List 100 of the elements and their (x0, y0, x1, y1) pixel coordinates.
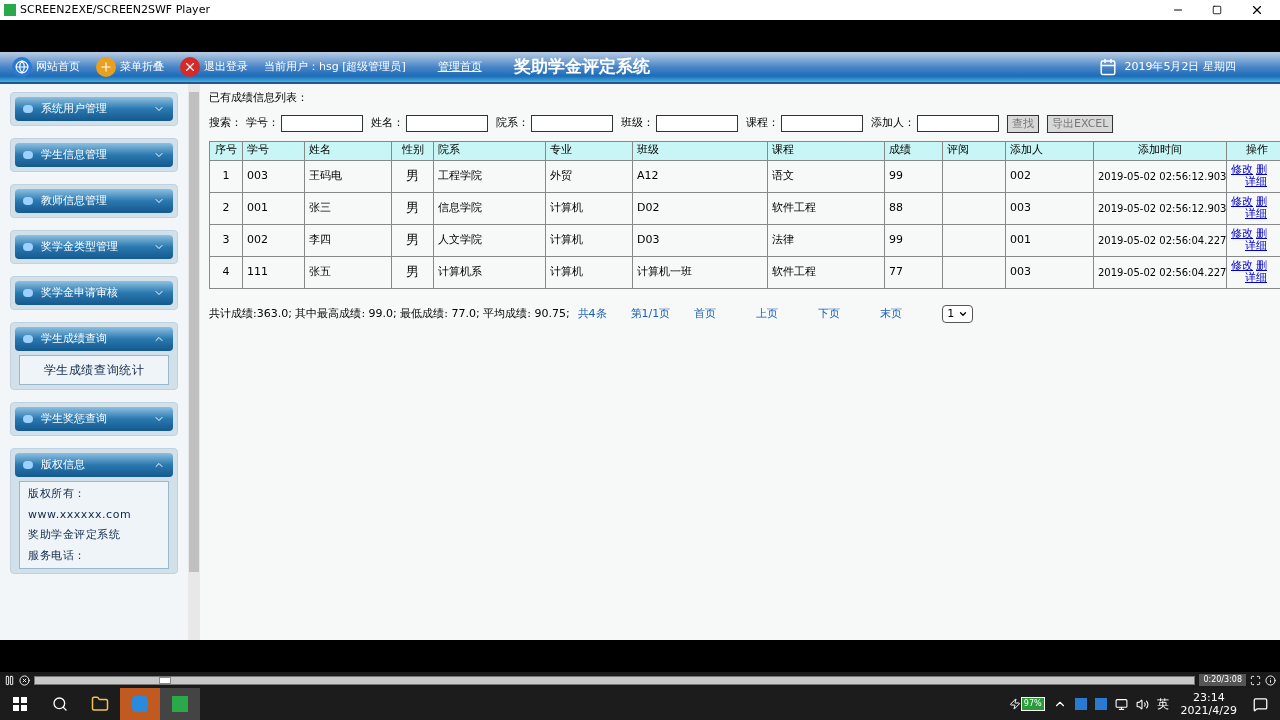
column-header: 姓名 (304, 141, 392, 160)
bullet-icon (23, 335, 33, 343)
window-title: SCREEN2EXE/SCREEN2SWF Player (20, 1, 210, 18)
admin-home-link[interactable]: 管理首页 (437, 58, 482, 76)
table-cell: 2019-05-02 02:56:12.903 (1093, 192, 1227, 224)
table-cell: 003 (1005, 256, 1094, 288)
edit-link[interactable]: 修改 (1231, 260, 1253, 272)
table-cell: 4 (209, 256, 243, 288)
pause-icon[interactable] (4, 674, 15, 686)
input-method[interactable]: 英 (1156, 695, 1169, 713)
filter-label: 学号： (246, 115, 279, 132)
header-link[interactable]: 菜单折叠 (120, 58, 164, 76)
table-cell: 男 (391, 224, 434, 256)
table-cell (942, 224, 1006, 256)
pager-link[interactable]: 第1/1页 (630, 305, 671, 322)
detail-link[interactable]: 详细 (1245, 175, 1267, 188)
player-taskbar-icon[interactable] (160, 688, 200, 720)
table-cell (942, 192, 1006, 224)
delete-link[interactable]: 删 (1256, 260, 1267, 272)
detail-link[interactable]: 详细 (1245, 271, 1267, 284)
pager-link[interactable]: 上页 (756, 305, 779, 322)
menu-group-header[interactable]: 版权信息 (15, 453, 173, 477)
battery-indicator[interactable]: 97% (1020, 697, 1045, 711)
delete-link[interactable]: 删 (1256, 164, 1267, 176)
table-cell: 77 (884, 256, 943, 288)
charging-icon (1008, 698, 1021, 710)
filter-input[interactable] (406, 115, 488, 132)
notification-icon[interactable] (1253, 696, 1268, 712)
table-cell: 2019-05-02 02:56:12.903 (1093, 160, 1227, 192)
filter-label: 班级： (621, 115, 654, 132)
submenu-item[interactable]: 学生成绩查询统计 (19, 355, 169, 385)
menu-group-header[interactable]: 奖学金申请审核 (15, 281, 173, 305)
table-cell: 2019-05-02 02:56:04.227 (1093, 256, 1227, 288)
score-summary: 共计成绩:363.0; 其中最高成绩: 99.0; 最低成绩: 77.0; 平均成绩: 90.75; (209, 305, 570, 322)
menu-group-header[interactable]: 学生成绩查询 (15, 327, 173, 351)
page-select[interactable]: 1 (942, 304, 974, 323)
table-cell: 99 (884, 160, 943, 192)
action-button[interactable]: 查找 (1007, 114, 1039, 133)
globe-icon (12, 57, 32, 77)
filter-input[interactable] (917, 115, 999, 132)
tray-app-icon[interactable] (1094, 698, 1107, 710)
filter-input[interactable] (656, 115, 738, 132)
menu-group-header[interactable]: 学生信息管理 (15, 143, 173, 167)
delete-link[interactable]: 删 (1256, 196, 1267, 208)
filter-input[interactable] (781, 115, 863, 132)
calendar-icon (1098, 58, 1117, 76)
pager-link[interactable]: 末页 (880, 305, 903, 322)
edit-link[interactable]: 修改 (1231, 164, 1253, 176)
progress-track[interactable] (34, 675, 1196, 685)
column-header: 添加人 (1005, 141, 1094, 160)
table-cell: 2 (209, 192, 243, 224)
delete-link[interactable]: 删 (1256, 228, 1267, 240)
tray-app-icon[interactable] (1074, 698, 1087, 710)
menu-group-header[interactable]: 系统用户管理 (15, 97, 173, 121)
table-cell: 人文学院 (433, 224, 546, 256)
table-cell: 外贸 (545, 160, 633, 192)
progress-thumb[interactable] (159, 676, 172, 684)
menu-group-header[interactable]: 奖学金类型管理 (15, 235, 173, 259)
app-icon (4, 4, 16, 16)
bullet-icon (23, 415, 33, 423)
table-cell: 张五 (304, 256, 392, 288)
copyright-text: www.xxxxxx.com (28, 506, 133, 523)
header-link[interactable]: 退出登录 (204, 58, 248, 76)
filter-label: 院系： (496, 115, 529, 132)
table-cell: 工程学院 (433, 160, 546, 192)
detail-link[interactable]: 详细 (1245, 239, 1267, 252)
volume-icon[interactable] (1135, 697, 1149, 711)
column-header: 院系 (433, 141, 546, 160)
info-icon[interactable] (1265, 674, 1276, 686)
pager-link[interactable]: 首页 (694, 305, 717, 322)
table-cell: 88 (884, 192, 943, 224)
pager-link[interactable]: 共4条 (577, 305, 607, 322)
filter-input[interactable] (531, 115, 613, 132)
table-cell: 002 (1005, 160, 1094, 192)
table-cell: 计算机一班 (632, 256, 768, 288)
copyright-text: 奖助学金评定系统 (28, 527, 122, 543)
sidebar-scrollbar[interactable] (188, 84, 200, 640)
header-link[interactable]: 网站首页 (36, 58, 80, 76)
pager-link[interactable]: 下页 (818, 305, 841, 322)
fullscreen-icon[interactable] (1250, 674, 1261, 686)
action-button[interactable]: 导出EXCEL (1047, 114, 1114, 133)
edit-link[interactable]: 修改 (1231, 196, 1253, 208)
table-cell: 张三 (304, 192, 392, 224)
list-heading: 已有成绩信息列表： (209, 90, 309, 106)
menu-group-header[interactable]: 教师信息管理 (15, 189, 173, 213)
table-cell: 男 (391, 192, 434, 224)
filter-input[interactable] (281, 115, 363, 132)
edit-link[interactable]: 修改 (1231, 228, 1253, 240)
column-header: 性别 (391, 141, 434, 160)
copyright-text: 服务电话： (28, 547, 87, 564)
detail-link[interactable]: 详细 (1245, 207, 1267, 220)
current-user: 当前用户：hsg [超级管理员] (264, 58, 406, 75)
search-label: 搜索： (209, 115, 242, 132)
column-header: 添加时间 (1093, 141, 1227, 160)
table-cell: D03 (632, 224, 768, 256)
menu-group-header[interactable]: 学生奖惩查询 (15, 407, 173, 431)
column-header: 操作 (1226, 141, 1280, 160)
table-cell: A12 (632, 160, 768, 192)
table-cell: 2019-05-02 02:56:04.227 (1093, 224, 1227, 256)
filter-label: 姓名： (371, 115, 404, 132)
